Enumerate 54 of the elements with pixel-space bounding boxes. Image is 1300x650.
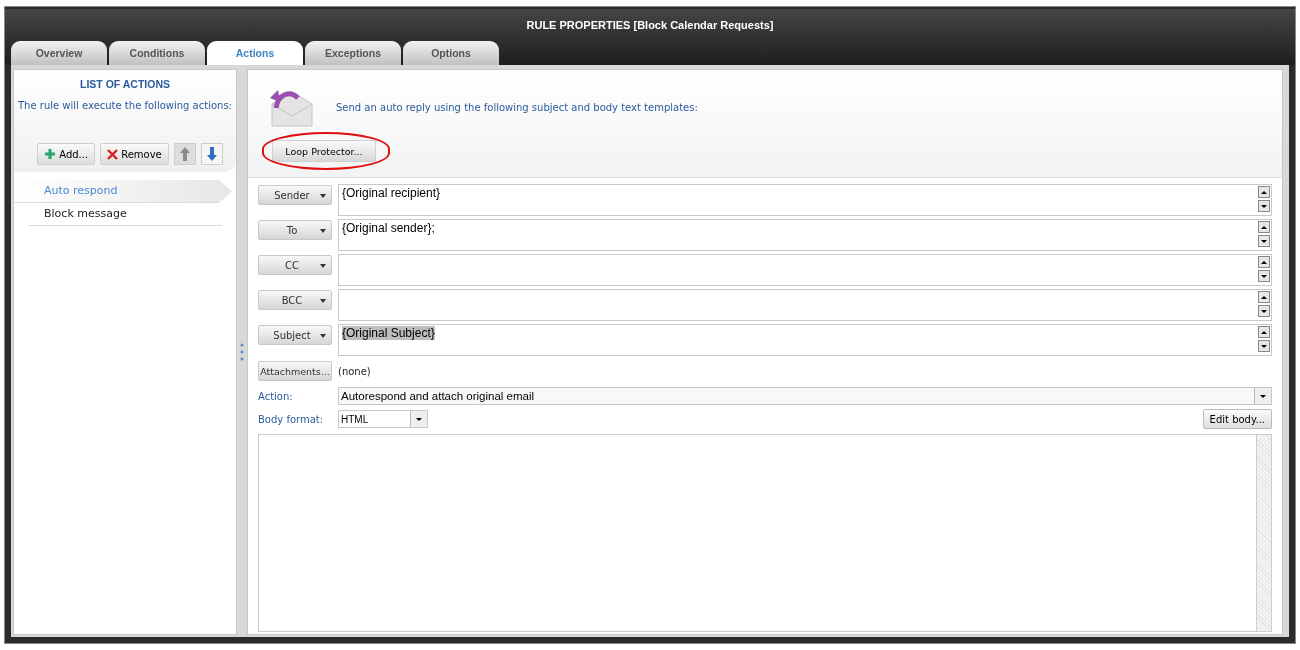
scroll-up-icon[interactable] <box>1258 221 1270 233</box>
scroll-up-icon[interactable] <box>1258 326 1270 338</box>
action-list-item[interactable]: Block message <box>28 203 222 226</box>
up-arrow-icon <box>178 146 191 162</box>
body-format-label: Body format: <box>258 413 325 425</box>
recipient-dropdown-button[interactable]: Sender <box>258 185 332 205</box>
sidebar-subtitle: The rule will execute the following actions: <box>17 100 233 111</box>
body-format-dropdown[interactable]: HTML <box>338 410 428 428</box>
caret-icon <box>320 334 326 338</box>
plus-icon <box>44 148 57 160</box>
recipient-dropdown-button[interactable]: To <box>258 220 332 240</box>
caret-icon <box>320 194 326 198</box>
scroll-down-icon[interactable] <box>1258 200 1270 212</box>
scroll-up-icon[interactable] <box>1258 186 1270 198</box>
action-label: Action: <box>258 390 294 402</box>
text-area[interactable]: {Original Subject} <box>338 324 1272 356</box>
caret-icon <box>320 229 326 233</box>
remove-button[interactable]: Remove <box>100 143 169 165</box>
recipient-dropdown-button[interactable]: Subject <box>258 325 332 345</box>
scroll-up-icon[interactable] <box>1258 291 1270 303</box>
tab[interactable]: Conditions <box>109 41 205 65</box>
text-area[interactable]: {Original recipient} <box>338 184 1272 216</box>
loop-protector-button[interactable]: Loop Protector... <box>272 140 376 162</box>
cross-icon <box>107 148 119 160</box>
scroll-down-icon[interactable] <box>1258 270 1270 282</box>
description-text: Send an auto reply using the following subject and body text templates: <box>336 101 698 113</box>
window-title: RULE PROPERTIES [Block Calendar Requests] <box>525 18 775 33</box>
field-value: {Original sender}; <box>342 221 435 235</box>
scroll-down-icon[interactable] <box>1258 235 1270 247</box>
recipient-dropdown-button[interactable]: BCC <box>258 290 332 310</box>
caret-icon <box>320 264 326 268</box>
add-button[interactable]: Add... <box>37 143 96 165</box>
caret-icon <box>320 299 326 303</box>
sidebar-heading: LIST OF ACTIONS <box>79 78 171 90</box>
splitter-handle-icon[interactable] <box>240 343 244 361</box>
scroll-down-icon[interactable] <box>1258 305 1270 317</box>
recipient-dropdown-button[interactable]: CC <box>258 255 332 275</box>
tab[interactable]: Exceptions <box>305 41 401 65</box>
field-value: {Original Subject} <box>342 326 435 340</box>
attachments-button[interactable]: Attachments... <box>258 361 332 381</box>
tab[interactable]: Actions <box>207 41 303 65</box>
scroll-down-icon[interactable] <box>1258 340 1270 352</box>
tab[interactable]: Options <box>403 41 499 65</box>
text-area[interactable]: {Original sender}; <box>338 219 1272 251</box>
move-down-button[interactable] <box>200 143 223 165</box>
tab[interactable]: Overview <box>11 41 107 65</box>
action-dropdown[interactable]: Autorespond and attach original email <box>338 387 1272 405</box>
scrollbar[interactable] <box>1256 435 1271 631</box>
scroll-up-icon[interactable] <box>1258 256 1270 268</box>
field-value: {Original recipient} <box>342 186 441 200</box>
attachments-value: (none) <box>338 365 371 377</box>
action-list-item[interactable]: Auto respond <box>14 180 232 203</box>
down-arrow-icon <box>205 146 218 162</box>
edit-body-button[interactable]: Edit body... <box>1202 409 1272 429</box>
